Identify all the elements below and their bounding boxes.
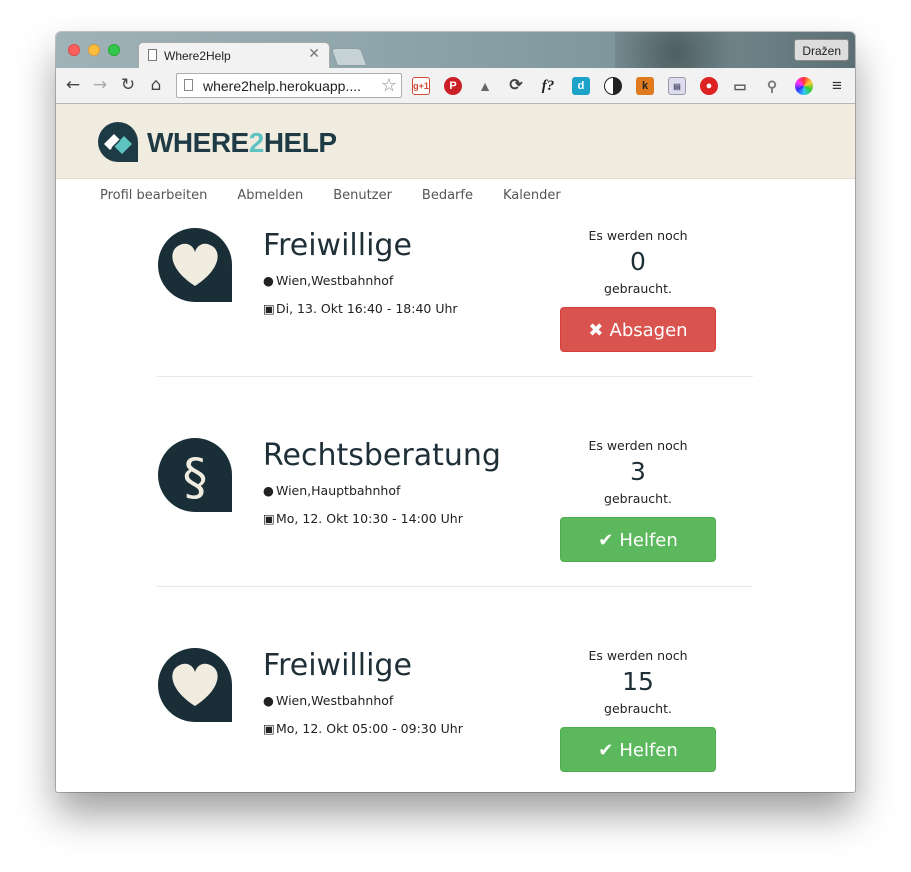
map-marker-icon: ● xyxy=(263,273,274,288)
forward-icon[interactable]: → xyxy=(90,75,110,95)
heart-icon xyxy=(158,648,232,722)
help-button[interactable]: ✔ Helfen xyxy=(560,727,716,772)
page-icon xyxy=(184,79,193,91)
shift-card: § Rechtsberatung ● Wien,Hauptbahnhof ▣Mo,… xyxy=(157,438,753,638)
close-window-button[interactable] xyxy=(68,44,80,56)
url-text: where2help.herokuapp.... xyxy=(203,78,361,94)
check-icon: ✔ xyxy=(598,530,614,551)
main-nav: Profil bearbeiten Abmelden Benutzer Beda… xyxy=(100,188,591,203)
shift-card: Freiwillige ● Wien,Westbahnhof ▣Di, 13. O… xyxy=(157,228,753,428)
browser-tab[interactable]: Where2Help ✕ xyxy=(138,42,330,68)
site-header: WHERE2HELP xyxy=(56,104,855,179)
calendar-icon: ▣ xyxy=(263,721,275,736)
reload-icon[interactable]: ↻ xyxy=(118,75,138,95)
map-marker-icon: ● xyxy=(263,693,274,708)
shift-title: Rechtsberatung xyxy=(263,438,501,473)
map-marker-icon: ● xyxy=(263,483,274,498)
help-button[interactable]: ✔ Helfen xyxy=(560,517,716,562)
nav-calendar[interactable]: Kalender xyxy=(503,188,561,203)
sync-icon[interactable]: ⟳ xyxy=(507,77,525,95)
home-icon[interactable]: ⌂ xyxy=(146,75,166,95)
cross-icon: ✖ xyxy=(588,320,604,341)
shift-title: Freiwillige xyxy=(263,648,412,683)
divider xyxy=(157,586,753,587)
calendar-icon: ▣ xyxy=(263,301,275,316)
address-bar[interactable]: where2help.herokuapp.... ☆ xyxy=(176,73,402,98)
nav-edit-profile[interactable]: Profil bearbeiten xyxy=(100,188,207,203)
page-icon xyxy=(148,49,157,61)
zoom-window-button[interactable] xyxy=(108,44,120,56)
close-tab-icon[interactable]: ✕ xyxy=(308,46,320,62)
nav-needs[interactable]: Bedarfe xyxy=(422,188,473,203)
inspect-icon[interactable]: ⚲ xyxy=(763,77,781,95)
bell-icon[interactable]: ▲ xyxy=(476,77,494,95)
calendar-icon: ▣ xyxy=(263,511,275,526)
site-logo-text[interactable]: WHERE2HELP xyxy=(147,127,337,159)
minimize-window-button[interactable] xyxy=(88,44,100,56)
divider xyxy=(157,376,753,377)
needed-count: 3 xyxy=(630,457,646,486)
d-extension-icon[interactable]: d xyxy=(572,77,590,95)
handshake-logo-icon[interactable] xyxy=(96,120,140,164)
title-bar: Where2Help ✕ Dražen xyxy=(56,32,855,68)
needed-count-block: Es werden noch 3 gebraucht. xyxy=(560,438,716,506)
menu-icon[interactable]: ≡ xyxy=(828,77,846,95)
shift-title: Freiwillige xyxy=(263,228,412,263)
bookmark-star-icon[interactable]: ☆ xyxy=(381,75,397,96)
color-picker-icon[interactable] xyxy=(795,77,813,95)
formula-icon[interactable]: f? xyxy=(539,77,557,95)
shift-date: ▣Di, 13. Okt 16:40 - 18:40 Uhr xyxy=(263,301,458,316)
cast-icon[interactable]: ▭ xyxy=(731,77,749,95)
needed-count: 15 xyxy=(622,667,654,696)
shift-location: ● Wien,Westbahnhof xyxy=(263,693,394,708)
profile-button[interactable]: Dražen xyxy=(794,39,849,61)
tab-title: Where2Help xyxy=(164,49,231,63)
heart-icon xyxy=(158,228,232,302)
needed-count: 0 xyxy=(630,247,646,276)
google-plus-icon[interactable]: g+1 xyxy=(412,77,430,95)
nav-users[interactable]: Benutzer xyxy=(333,188,392,203)
paragraph-icon: § xyxy=(158,438,232,512)
theme-background xyxy=(615,32,815,68)
needed-count-block: Es werden noch 0 gebraucht. xyxy=(560,228,716,296)
shift-location: ● Wien,Westbahnhof xyxy=(263,273,394,288)
document-extension-icon[interactable]: ▤ xyxy=(668,77,686,95)
svg-text:§: § xyxy=(183,448,208,506)
shift-card: Freiwillige ● Wien,Westbahnhof ▣Mo, 12. O… xyxy=(157,648,753,792)
back-icon[interactable]: ← xyxy=(63,75,83,95)
k-extension-icon[interactable]: k xyxy=(636,77,654,95)
check-icon: ✔ xyxy=(598,740,614,761)
shift-date: ▣Mo, 12. Okt 10:30 - 14:00 Uhr xyxy=(263,511,463,526)
browser-window: Where2Help ✕ Dražen ← → ↻ ⌂ where2help.h… xyxy=(56,32,855,792)
cancel-shift-button[interactable]: ✖ Absagen xyxy=(560,307,716,352)
nav-logout[interactable]: Abmelden xyxy=(237,188,303,203)
window-controls xyxy=(68,44,120,56)
browser-toolbar: ← → ↻ ⌂ where2help.herokuapp.... ☆ g+1 P… xyxy=(56,68,855,104)
needed-count-block: Es werden noch 15 gebraucht. xyxy=(560,648,716,716)
shift-location: ● Wien,Hauptbahnhof xyxy=(263,483,401,498)
new-tab-button[interactable] xyxy=(330,48,368,66)
shift-date: ▣Mo, 12. Okt 05:00 - 09:30 Uhr xyxy=(263,721,463,736)
stop-extension-icon[interactable]: ● xyxy=(700,77,718,95)
pinterest-icon[interactable]: P xyxy=(444,77,462,95)
contrast-icon[interactable] xyxy=(604,77,622,95)
